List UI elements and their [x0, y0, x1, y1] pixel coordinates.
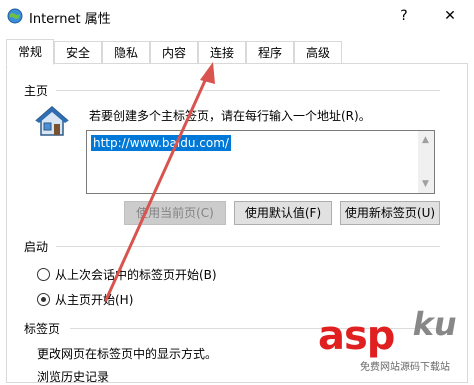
startup-separator	[56, 246, 440, 247]
startup-home-radio[interactable]	[37, 293, 50, 306]
window-title: Internet 属性	[29, 12, 111, 27]
home-hint-text: 若要创建多个主标签页，请在每行输入一个地址(R)。	[89, 109, 371, 123]
startup-home-label[interactable]: 从主页开始(H)	[55, 291, 133, 308]
tab-general[interactable]: 常规	[6, 39, 54, 65]
startup-section-label: 启动	[24, 240, 49, 254]
tabs-description: 更改网页在标签页中的显示方式。	[37, 347, 218, 361]
watermark-tagline: 免费网站源码下载站	[360, 362, 450, 373]
scroll-up-icon[interactable]: ▲	[422, 135, 429, 145]
watermark-logo-main: asp	[318, 313, 395, 359]
radio-selected-dot	[41, 297, 46, 302]
tab-programs[interactable]: 程序	[246, 41, 294, 63]
startup-last-session-label[interactable]: 从上次会话中的标签页开始(B)	[55, 266, 217, 283]
home-url-textarea[interactable]: http://www.baidu.com/ ▲ ▼	[86, 130, 435, 194]
help-button[interactable]: ?	[382, 0, 426, 32]
house-icon	[34, 106, 70, 136]
tab-content[interactable]: 内容	[150, 41, 198, 63]
textarea-scrollbar[interactable]: ▲ ▼	[418, 131, 434, 193]
startup-last-session-radio[interactable]	[37, 268, 50, 281]
home-separator	[56, 90, 440, 91]
tab-connections[interactable]: 连接	[198, 41, 246, 63]
watermark-logo-suffix: ku	[409, 305, 461, 343]
use-current-button[interactable]: 使用当前页(C)	[124, 201, 226, 225]
tabs-section-label: 标签页	[24, 322, 61, 336]
tab-strip: 常规 安全 隐私 内容 连接 程序 高级	[6, 39, 466, 65]
home-url-value: http://www.baidu.com/	[91, 135, 231, 151]
scroll-down-icon[interactable]: ▼	[422, 179, 429, 189]
title-bar: Internet 属性 ? ✕	[0, 0, 474, 32]
home-section-label: 主页	[24, 84, 49, 98]
tab-security[interactable]: 安全	[54, 41, 102, 63]
use-new-tab-button[interactable]: 使用新标签页(U)	[340, 201, 440, 225]
use-default-button[interactable]: 使用默认值(F)	[234, 201, 332, 225]
tab-privacy[interactable]: 隐私	[102, 41, 150, 63]
globe-icon	[7, 8, 23, 24]
tab-advanced[interactable]: 高级	[294, 41, 342, 63]
close-button[interactable]: ✕	[428, 0, 472, 32]
